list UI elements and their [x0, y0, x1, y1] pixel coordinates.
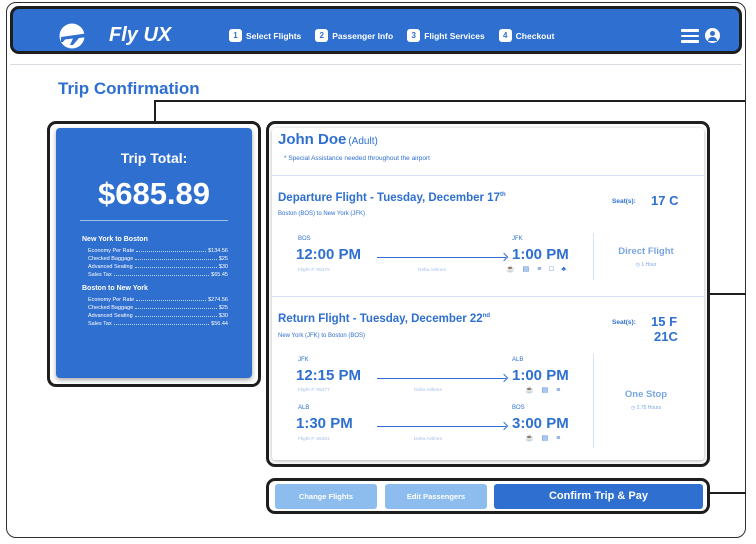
- departure-time: 12:00 PM: [296, 246, 362, 263]
- step-label: Flight Services: [424, 30, 485, 41]
- leg-title: New York to Boston: [82, 236, 148, 243]
- callout-line: [709, 293, 746, 295]
- trip-total-label: Trip Total:: [120, 150, 188, 166]
- divider: [10, 64, 742, 65]
- departure-stop-type: Direct Flight: [618, 246, 674, 257]
- step-flight-services[interactable]: 3 Flight Services: [407, 29, 485, 42]
- departure-route: Boston (BOS) to New York (JFK): [278, 211, 366, 217]
- arrival-time: 1:00 PM: [512, 246, 569, 263]
- departure-destination-code: JFK: [512, 236, 523, 242]
- brand-name[interactable]: Fly UX: [109, 24, 171, 47]
- step-number: 1: [229, 29, 242, 42]
- return-title: Return Flight - Tuesday, December 22nd: [278, 313, 491, 325]
- callout-line: [155, 100, 745, 102]
- callout-line: [154, 100, 156, 122]
- return-seg1-origin-code: JFK: [298, 357, 309, 363]
- return-seg1-departure-time: 12:15 PM: [296, 367, 362, 384]
- divider: [272, 175, 704, 176]
- step-label: Passenger Info: [332, 30, 394, 41]
- return-seg2-destination-code: BOS: [512, 405, 525, 411]
- divider: [272, 296, 704, 297]
- user-account-icon[interactable]: [705, 28, 720, 43]
- return-seat-2: 21C: [654, 329, 678, 344]
- divider: [593, 354, 594, 448]
- airline-name: Delta Airlines: [418, 268, 446, 273]
- flight-number: Flight #: 65481: [298, 437, 330, 442]
- trip-total-card: Trip Total: $685.89 New York to Boston E…: [56, 128, 252, 378]
- page-title: Trip Confirmation: [58, 79, 200, 98]
- step-number: 2: [315, 29, 329, 42]
- departure-duration: ◷ 1 Hour: [635, 262, 657, 268]
- arrow-right-icon: [377, 426, 506, 427]
- arrow-right-icon: [377, 378, 506, 379]
- return-duration: ◷ 2.75 Hours: [630, 405, 662, 411]
- amenities-icons: ☕ ▤ ≡: [525, 387, 564, 394]
- cost-line: Checked Baggage $25: [88, 256, 228, 262]
- cost-line: Economy Per Rate $274.56: [88, 297, 228, 303]
- airline-name: Delta Airlines: [414, 437, 442, 442]
- return-seg2-origin-code: ALB: [298, 405, 310, 411]
- seat-label: Seat(s):: [612, 198, 636, 205]
- flight-number: Flight #: 65477: [298, 388, 330, 393]
- passenger-type: (Adult): [348, 136, 378, 147]
- step-number: 3: [407, 29, 421, 42]
- change-flights-button[interactable]: Change Flights: [275, 484, 377, 509]
- departure-title: Departure Flight - Tuesday, December 17t…: [278, 192, 506, 204]
- cost-line: Sales Tax $65.45: [88, 272, 228, 278]
- flight-number: Flight #: 65475: [298, 268, 330, 273]
- edit-passengers-button[interactable]: Edit Passengers: [385, 484, 487, 509]
- checkout-steps: 1 Select Flights 2 Passenger Info 3 Flight …: [229, 29, 554, 42]
- return-seg2-departure-time: 1:30 PM: [296, 415, 353, 432]
- step-passenger-info[interactable]: 2 Passenger Info: [315, 29, 393, 42]
- amenities-icons: ☕ ▤ ≡: [525, 435, 564, 442]
- cost-line: Advanced Seating $30: [88, 313, 228, 319]
- return-seg1-arrival-time: 1:00 PM: [512, 367, 569, 384]
- step-checkout[interactable]: 4 Checkout: [498, 29, 555, 42]
- departure-origin-code: BOS: [298, 236, 311, 242]
- airplane-logo-icon: [59, 23, 93, 49]
- return-route: New York (JFK) to Boston (BOS): [278, 333, 366, 339]
- departure-seat: 17 C: [651, 193, 679, 208]
- hamburger-menu-icon[interactable]: [681, 29, 699, 43]
- step-select-flights[interactable]: 1 Select Flights: [229, 29, 301, 42]
- step-label: Checkout: [515, 30, 555, 41]
- callout-line: [709, 492, 746, 494]
- return-stop-type: One Stop: [624, 389, 668, 400]
- return-seg2-arrival-time: 3:00 PM: [512, 415, 569, 432]
- divider: [593, 233, 594, 280]
- passenger-name: John Doe (Adult): [278, 131, 378, 148]
- cost-line: Economy Per Rate $134.56: [88, 248, 228, 254]
- top-nav-bar: Fly UX 1 Select Flights 2 Passenger Info 3…: [10, 6, 742, 54]
- divider: [80, 220, 228, 221]
- leg-title: Boston to New York: [82, 285, 148, 292]
- return-seg1-destination-code: ALB: [512, 357, 524, 363]
- confirm-trip-pay-button[interactable]: Confirm Trip & Pay: [494, 484, 703, 509]
- airline-name: Delta Airlines: [414, 388, 442, 393]
- cost-line: Sales Tax $56.44: [88, 321, 228, 327]
- cost-line: Checked Baggage $25: [88, 305, 228, 311]
- seat-label: Seat(s):: [612, 319, 636, 326]
- arrow-right-icon: [377, 257, 506, 258]
- amenities-icons: ☕ ▤ ≡ □ ♣: [506, 266, 570, 273]
- return-seat-1: 15 F: [651, 314, 678, 329]
- special-assistance-note: * Special Assistance needed throughout t…: [284, 155, 430, 162]
- trip-total-amount: $685.89: [97, 176, 211, 211]
- step-number: 4: [498, 29, 512, 42]
- step-label: Select Flights: [246, 30, 302, 41]
- cost-line: Advanced Seating $30: [88, 264, 228, 270]
